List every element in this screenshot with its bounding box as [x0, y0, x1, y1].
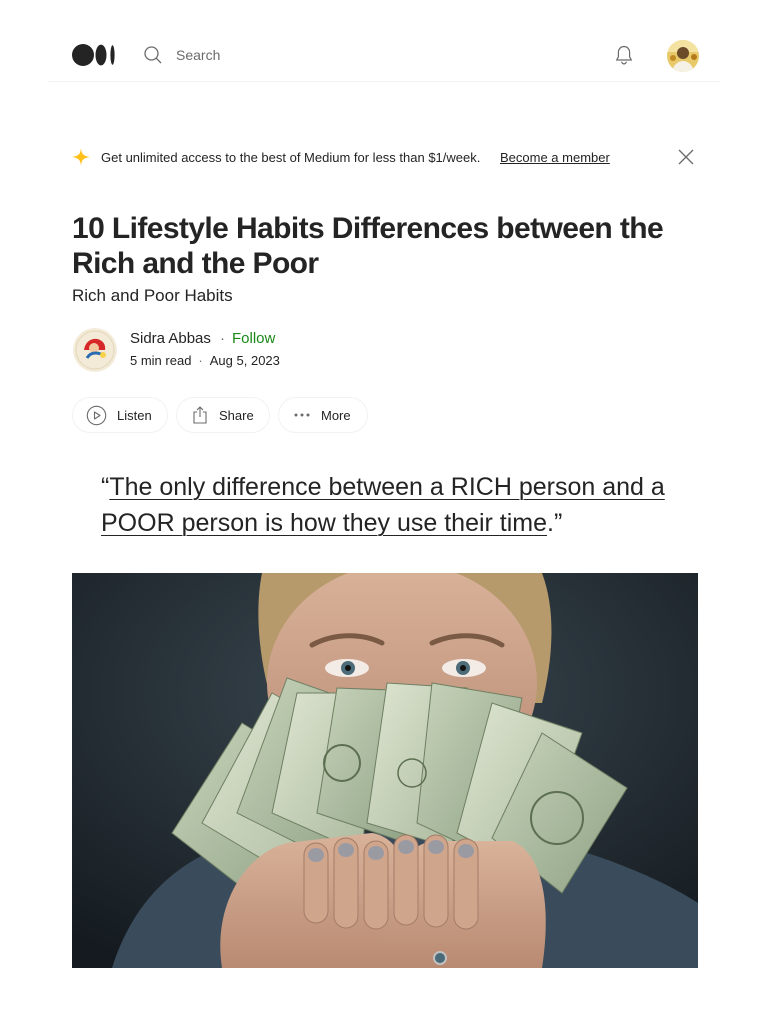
more-icon — [294, 413, 310, 417]
pull-quote: “The only difference between a RICH pers… — [101, 469, 701, 541]
search-input[interactable] — [176, 46, 376, 64]
user-avatar[interactable] — [667, 40, 699, 72]
share-label: Share — [219, 407, 254, 423]
separator-dot: · — [198, 353, 203, 368]
search-icon[interactable] — [144, 46, 162, 64]
article-meta: 5 min read · Aug 5, 2023 — [130, 353, 280, 368]
become-member-link[interactable]: Become a member — [500, 150, 610, 165]
author-name[interactable]: Sidra Abbas — [130, 330, 211, 347]
listen-button[interactable]: Listen — [72, 397, 168, 433]
follow-button[interactable]: Follow — [232, 330, 275, 347]
article-title: 10 Lifestyle Habits Differences between … — [72, 212, 664, 280]
hero-image — [72, 573, 698, 968]
top-nav — [48, 0, 720, 82]
quote-close-mark: .” — [547, 509, 563, 537]
membership-banner: Get unlimited access to the best of Medi… — [72, 145, 698, 169]
separator-dot: · — [220, 330, 225, 347]
author-avatar[interactable] — [73, 328, 117, 372]
quote-link[interactable]: The only difference between a RICH perso… — [101, 473, 665, 537]
banner-text: Get unlimited access to the best of Medi… — [101, 150, 481, 165]
more-button[interactable]: More — [278, 397, 368, 433]
publish-date: Aug 5, 2023 — [209, 353, 280, 368]
share-button[interactable]: Share — [176, 397, 270, 433]
listen-label: Listen — [117, 407, 152, 423]
play-icon — [86, 405, 107, 425]
article-subtitle: Rich and Poor Habits — [72, 286, 233, 305]
bell-icon[interactable] — [614, 44, 634, 66]
sparkle-icon — [72, 148, 90, 166]
medium-logo-icon[interactable] — [72, 44, 116, 66]
close-icon[interactable] — [677, 148, 695, 166]
more-label: More — [321, 407, 351, 423]
share-icon — [193, 406, 207, 424]
read-time: 5 min read — [130, 353, 192, 368]
